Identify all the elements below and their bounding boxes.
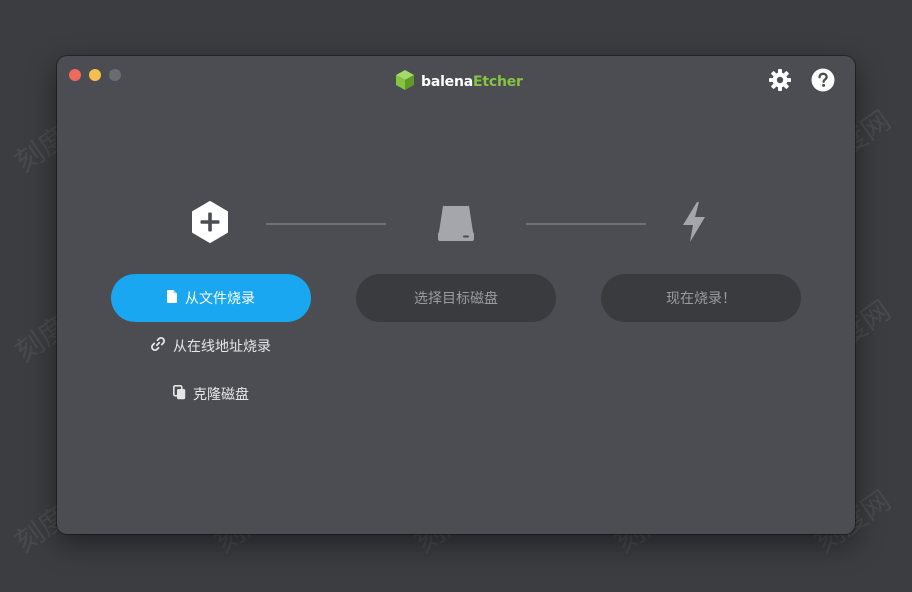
step-connector [526, 223, 646, 225]
drive-icon [436, 201, 476, 247]
source-step-icon [190, 201, 230, 247]
minimize-window-button[interactable] [89, 69, 101, 81]
file-icon [167, 289, 177, 307]
flash-label: 现在烧录！ [666, 291, 736, 307]
gear-icon [768, 68, 792, 96]
flash-from-url-label: 从在线地址烧录 [173, 339, 271, 355]
app-title: balenaEtcher [421, 74, 523, 90]
select-target-label: 选择目标磁盘 [414, 291, 498, 307]
target-step-icon [436, 203, 476, 245]
close-window-button[interactable] [69, 69, 81, 81]
flash-from-file-button[interactable]: 从文件烧录 [111, 274, 311, 322]
flash-from-url-link[interactable]: 从在线地址烧录 [150, 336, 271, 356]
link-icon [150, 336, 166, 356]
plus-hexagon-icon [190, 201, 230, 247]
question-mark-icon [811, 68, 835, 96]
balena-cube-icon [395, 69, 415, 95]
clone-drive-label: 克隆磁盘 [193, 387, 249, 403]
app-window: balenaEtcher 从文件烧录 选择目标磁盘 现在烧录！ 从在线地址烧录 … [57, 56, 855, 534]
zoom-window-button[interactable] [109, 69, 121, 81]
flash-step-icon [679, 201, 709, 247]
clone-drive-link[interactable]: 克隆磁盘 [173, 384, 249, 404]
flash-from-file-label: 从文件烧录 [185, 291, 255, 307]
copy-icon [173, 384, 186, 404]
lightning-bolt-icon [679, 201, 709, 247]
settings-button[interactable] [767, 69, 793, 95]
app-logo: balenaEtcher [395, 70, 523, 94]
help-button[interactable] [810, 68, 836, 96]
select-target-button[interactable]: 选择目标磁盘 [356, 274, 556, 322]
step-connector [266, 223, 386, 225]
flash-button[interactable]: 现在烧录！ [601, 274, 801, 322]
window-controls [69, 69, 121, 81]
